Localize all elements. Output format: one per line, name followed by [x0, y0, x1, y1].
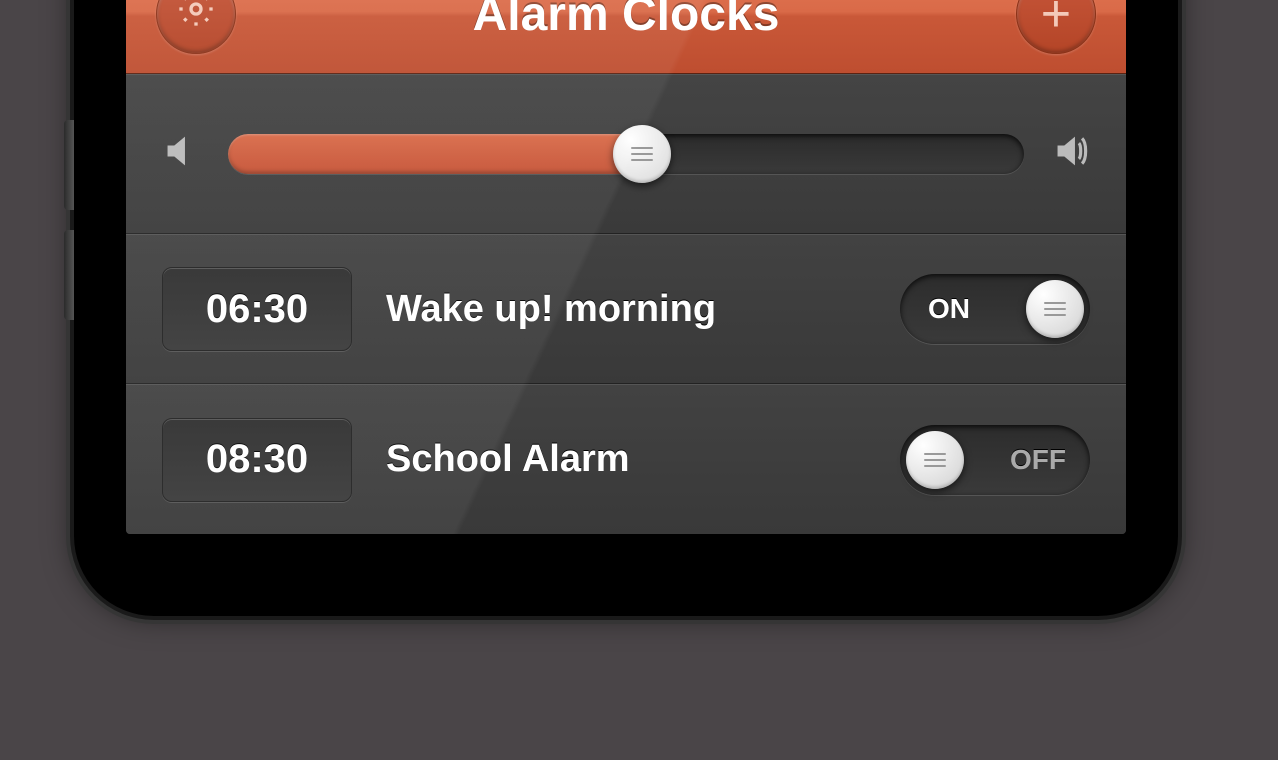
settings-button[interactable] [156, 0, 236, 54]
alarm-time[interactable]: 06:30 [162, 267, 352, 351]
volume-low-icon [162, 132, 200, 175]
alarm-toggle[interactable]: OFF [900, 425, 1090, 495]
phone-device: CARRIER 17:02 PM 99% [74, 0, 1178, 616]
volume-slider[interactable] [228, 132, 1024, 176]
gear-icon [176, 0, 216, 39]
toggle-knob[interactable] [906, 431, 964, 489]
alarm-row[interactable]: 06:30 Wake up! morning ON [126, 234, 1126, 384]
alarm-row[interactable]: 08:30 School Alarm OFF [126, 384, 1126, 534]
screen: CARRIER 17:02 PM 99% [124, 0, 1128, 536]
add-alarm-button[interactable]: + [1016, 0, 1096, 54]
volume-row [126, 74, 1126, 234]
side-button [64, 230, 74, 320]
alarm-label: School Alarm [386, 438, 866, 481]
slider-fill [228, 134, 642, 174]
alarm-label: Wake up! morning [386, 288, 866, 331]
plus-icon: + [1041, 0, 1071, 40]
alarm-toggle[interactable]: ON [900, 274, 1090, 344]
page-title: Alarm Clocks [473, 0, 780, 42]
slider-thumb[interactable] [613, 125, 671, 183]
alarm-time[interactable]: 08:30 [162, 418, 352, 502]
nav-header: Alarm Clocks + [126, 0, 1126, 74]
side-button [64, 120, 74, 210]
volume-high-icon [1052, 132, 1090, 175]
toggle-state-label: OFF [1010, 444, 1066, 476]
toggle-state-label: ON [928, 293, 970, 325]
toggle-knob[interactable] [1026, 280, 1084, 338]
